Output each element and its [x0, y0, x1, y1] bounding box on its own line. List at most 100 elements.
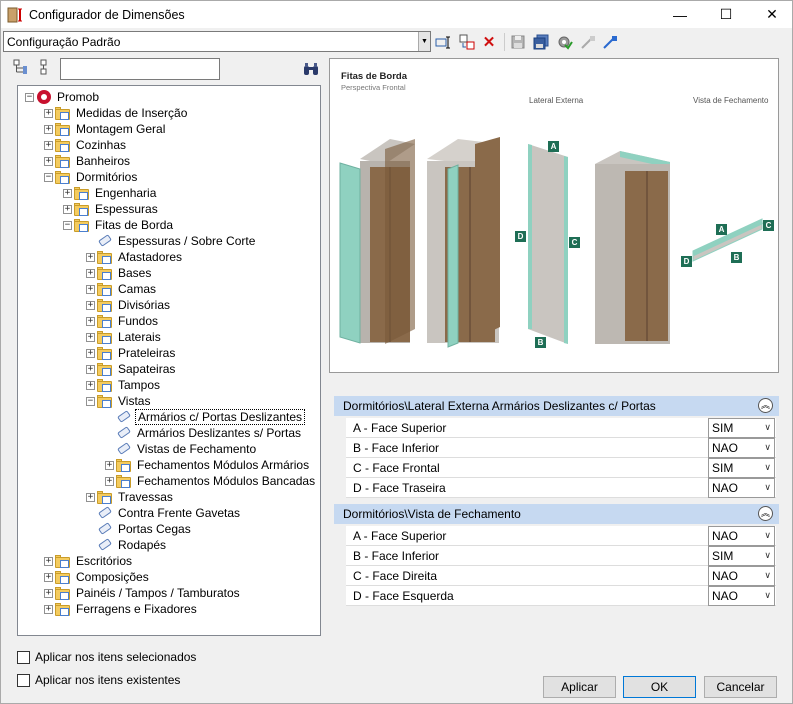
tree-node-label[interactable]: Camas: [116, 282, 158, 296]
expand-icon[interactable]: +: [44, 588, 53, 598]
tree-node[interactable]: − Promob: [25, 89, 101, 105]
chevron-up-double-icon[interactable]: ︽: [758, 506, 773, 521]
save-icon[interactable]: [509, 33, 527, 51]
tree-node[interactable]: Armários Deslizantes s/ Portas: [105, 425, 303, 441]
expand-icon[interactable]: +: [44, 156, 53, 166]
tree-node[interactable]: + Tampos: [86, 377, 162, 393]
tree-node-label[interactable]: Prateleiras: [116, 346, 177, 360]
tree-node-label[interactable]: Portas Cegas: [116, 522, 193, 536]
export-icon[interactable]: [601, 33, 619, 51]
tree-node[interactable]: + Montagem Geral: [44, 121, 167, 137]
apply-selected-checkbox[interactable]: [17, 650, 30, 664]
tree-node[interactable]: + Escritórios: [44, 553, 134, 569]
tree-node-label[interactable]: Cozinhas: [74, 138, 128, 152]
tree-node-label[interactable]: Sapateiras: [116, 362, 177, 376]
tree-node-label[interactable]: Armários Deslizantes s/ Portas: [135, 426, 303, 440]
tree-node[interactable]: Espessuras / Sobre Corte: [86, 233, 257, 249]
tree-node-label[interactable]: Vistas: [116, 394, 152, 408]
collapse-icon[interactable]: −: [63, 220, 72, 230]
tree-node-label[interactable]: Afastadores: [116, 250, 184, 264]
expand-icon[interactable]: +: [44, 140, 53, 150]
tree-node[interactable]: Contra Frente Gavetas: [86, 505, 242, 521]
tree-node[interactable]: + Sapateiras: [86, 361, 177, 377]
apply-selected-checkbox-row[interactable]: Aplicar nos itens selecionados: [17, 650, 196, 664]
tree-node-label[interactable]: Fitas de Borda: [93, 218, 175, 232]
tree-node-label[interactable]: Dormitórios: [74, 170, 139, 184]
tree-node[interactable]: Armários c/ Portas Deslizantes: [105, 409, 306, 425]
tree-node-label[interactable]: Painéis / Tampos / Tamburatos: [74, 586, 242, 600]
expand-icon[interactable]: +: [44, 572, 53, 582]
chevron-up-double-icon[interactable]: ︽: [758, 398, 773, 413]
tree-node[interactable]: Rodapés: [86, 537, 168, 553]
tree-node[interactable]: + Painéis / Tampos / Tamburatos: [44, 585, 242, 601]
delete-icon[interactable]: ✕: [480, 33, 498, 51]
configuration-select[interactable]: Configuração Padrão ▼: [3, 31, 431, 52]
tree-node-label[interactable]: Montagem Geral: [74, 122, 167, 136]
tree-node[interactable]: + Banheiros: [44, 153, 132, 169]
cancel-button[interactable]: Cancelar: [704, 676, 777, 698]
apply-button[interactable]: Aplicar: [543, 676, 616, 698]
chevron-down-icon[interactable]: ▼: [418, 32, 430, 51]
collapse-all-icon[interactable]: [37, 59, 53, 78]
tree-node[interactable]: Portas Cegas: [86, 521, 193, 537]
collapse-icon[interactable]: −: [86, 396, 95, 406]
property-value-select[interactable]: NAO ∨: [708, 585, 775, 606]
tree-node-label[interactable]: Engenharia: [93, 186, 158, 200]
tree-node[interactable]: + Prateleiras: [86, 345, 177, 361]
tree-node-label[interactable]: Fechamentos Módulos Bancadas: [135, 474, 317, 488]
maximize-button[interactable]: ☐: [703, 1, 749, 28]
expand-icon[interactable]: +: [105, 460, 114, 470]
expand-all-icon[interactable]: [13, 59, 29, 78]
expand-icon[interactable]: +: [44, 604, 53, 614]
tree-node[interactable]: + Composições: [44, 569, 151, 585]
property-value-select[interactable]: SIM ∨: [708, 545, 775, 566]
tree-node-label[interactable]: Composições: [74, 570, 151, 584]
tree-node-label[interactable]: Travessas: [116, 490, 175, 504]
expand-icon[interactable]: +: [86, 268, 95, 278]
tree-node-label[interactable]: Espessuras / Sobre Corte: [116, 234, 257, 248]
tree-node[interactable]: + Camas: [86, 281, 158, 297]
expand-icon[interactable]: +: [63, 204, 72, 214]
expand-icon[interactable]: +: [86, 284, 95, 294]
minimize-button[interactable]: —: [657, 1, 703, 28]
tree-node-label[interactable]: Contra Frente Gavetas: [116, 506, 242, 520]
expand-icon[interactable]: +: [86, 380, 95, 390]
expand-icon[interactable]: +: [44, 108, 53, 118]
property-value-select[interactable]: NAO ∨: [708, 477, 775, 498]
tree-node-label[interactable]: Fundos: [116, 314, 160, 328]
tree-node-label[interactable]: Espessuras: [93, 202, 160, 216]
property-value-select[interactable]: SIM ∨: [708, 417, 775, 438]
property-value-select[interactable]: NAO ∨: [708, 525, 775, 546]
tree-node[interactable]: + Afastadores: [86, 249, 184, 265]
tree-node-label[interactable]: Vistas de Fechamento: [135, 442, 258, 456]
binoculars-search-icon[interactable]: [303, 61, 319, 80]
expand-icon[interactable]: +: [86, 332, 95, 342]
property-value-select[interactable]: NAO ∨: [708, 565, 775, 586]
expand-icon[interactable]: +: [44, 556, 53, 566]
expand-icon[interactable]: +: [86, 364, 95, 374]
tree-node-label[interactable]: Divisórias: [116, 298, 172, 312]
expand-icon[interactable]: +: [86, 316, 95, 326]
tree-node[interactable]: Vistas de Fechamento: [105, 441, 258, 457]
tree-node[interactable]: + Divisórias: [86, 297, 172, 313]
tree-node-label[interactable]: Escritórios: [74, 554, 134, 568]
settings-check-icon[interactable]: [556, 33, 574, 51]
expand-icon[interactable]: +: [63, 188, 72, 198]
tree-node-label[interactable]: Medidas de Inserção: [74, 106, 189, 120]
tree-node[interactable]: − Fitas de Borda: [63, 217, 175, 233]
collapse-icon[interactable]: −: [25, 92, 34, 102]
expand-icon[interactable]: +: [105, 476, 114, 486]
tree-node[interactable]: + Travessas: [86, 489, 175, 505]
save-all-icon[interactable]: [532, 33, 550, 51]
tree-node-label[interactable]: Rodapés: [116, 538, 168, 552]
tree-node[interactable]: + Bases: [86, 265, 153, 281]
tree-node-label[interactable]: Promob: [55, 90, 101, 104]
expand-icon[interactable]: +: [86, 252, 95, 262]
tree-node[interactable]: + Fechamentos Módulos Bancadas: [105, 473, 317, 489]
tree-node[interactable]: + Laterais: [86, 329, 163, 345]
tree-node-label[interactable]: Fechamentos Módulos Armários: [135, 458, 311, 472]
tree-node-label[interactable]: Ferragens e Fixadores: [74, 602, 199, 616]
property-value-select[interactable]: NAO ∨: [708, 437, 775, 458]
import-icon[interactable]: [579, 33, 597, 51]
tree-node-label[interactable]: Laterais: [116, 330, 163, 344]
